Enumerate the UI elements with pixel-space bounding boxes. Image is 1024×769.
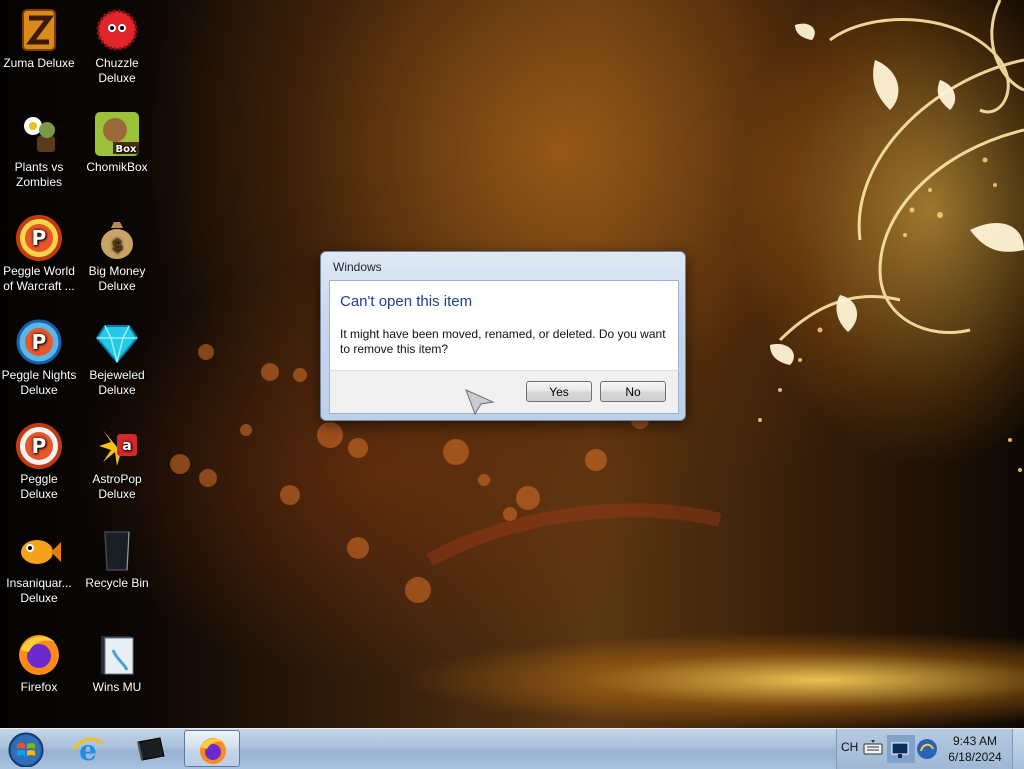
svg-text:$: $ (111, 235, 122, 254)
chuzzle-icon (96, 9, 138, 51)
firefox-icon (200, 738, 226, 764)
start-button-icon[interactable] (6, 731, 46, 767)
svg-text:P: P (32, 434, 47, 458)
desktop-icon-bejeweled-deluxe[interactable]: Bejeweled Deluxe (78, 314, 156, 410)
desktop-icon-label: Big Money Deluxe (88, 264, 146, 293)
astropop-icon: a (99, 430, 137, 466)
dialog-heading: Can't open this item (340, 293, 473, 310)
folder-icon (101, 636, 134, 675)
network-icon[interactable] (887, 735, 915, 763)
desktop-icon-chuzzle-deluxe[interactable]: Chuzzle Deluxe (78, 2, 156, 98)
internet-explorer-icon: e (72, 734, 104, 764)
desktop-icon-recycle-bin[interactable]: Recycle Bin (78, 522, 156, 618)
desktop-icon-peggle-world-of-warcraft[interactable]: P Peggle World of Warcraft ... (0, 210, 78, 306)
clock-date: 6/18/2024 (948, 750, 1002, 764)
dialog-message: It might have been moved, renamed, or de… (340, 327, 666, 356)
peggle-icon: P (16, 215, 62, 261)
money-bag-icon: $ (101, 222, 133, 259)
peggle-icon: P (16, 423, 62, 469)
desktop-icon-label: Peggle World of Warcraft ... (3, 264, 75, 293)
desktop-icon-firefox[interactable]: Firefox (0, 626, 78, 722)
chomikbox-icon: Box (95, 112, 139, 156)
desktop-icon-chomikbox[interactable]: Box ChomikBox (78, 106, 156, 202)
clock-time: 9:43 AM (952, 734, 998, 748)
desktop-icon-label: Insaniquar... Deluxe (6, 576, 72, 605)
error-dialog: Windows Can't open this item It might ha… (320, 251, 686, 421)
firefox-icon (19, 635, 59, 675)
zuma-icon (22, 9, 56, 51)
peggle-nights-icon: P (16, 319, 62, 365)
desktop-icon-label: AstroPop Deluxe (92, 472, 142, 501)
taskbar-item-internet-explorer[interactable]: e (60, 730, 116, 767)
recycle-bin-icon (104, 531, 130, 571)
dialog-body: Can't open this item It might have been … (329, 280, 679, 371)
keyboard-icon[interactable] (863, 739, 883, 757)
desktop-icon-label: Bejeweled Deluxe (89, 368, 145, 397)
desktop-icon-label: Firefox (20, 680, 58, 694)
svg-text:Box: Box (116, 144, 137, 155)
desktop-icon-zuma-deluxe[interactable]: Zuma Deluxe (0, 2, 78, 98)
desktop-icon-astropop-deluxe[interactable]: a AstroPop Deluxe (78, 418, 156, 514)
desktop-icon-label: Peggle Nights Deluxe (1, 368, 77, 397)
mouse-cursor-icon (465, 389, 495, 416)
no-button[interactable]: No (600, 381, 666, 402)
system-tray: CH 9:43 AM 6/18/2024 (836, 729, 1024, 769)
taskbar-item-terminal[interactable] (122, 730, 178, 767)
plants-vs-zombies-icon (24, 117, 55, 152)
svg-text:a: a (122, 438, 131, 454)
desktop-icon-insaniquarium-deluxe[interactable]: Insaniquar... Deluxe (0, 522, 78, 618)
desktop-icon-peggle-nights-deluxe[interactable]: P Peggle Nights Deluxe (0, 314, 78, 410)
desktop-icon-label: Chuzzle Deluxe (95, 56, 139, 85)
desktop-icon-label: Zuma Deluxe (3, 56, 75, 70)
svg-text:P: P (32, 226, 47, 250)
desktop-icon-label: Plants vs Zombies (14, 160, 64, 189)
desktop-icon-plants-vs-zombies[interactable]: Plants vs Zombies (0, 106, 78, 202)
desktop-icon-big-money-deluxe[interactable]: $ Big Money Deluxe (78, 210, 156, 306)
gem-icon (95, 325, 139, 364)
dialog-title: Windows (333, 260, 382, 274)
yes-button[interactable]: Yes (526, 381, 592, 402)
volume-icon[interactable] (915, 737, 939, 761)
taskbar-item-firefox[interactable] (184, 730, 240, 767)
fish-icon (21, 540, 61, 564)
language-indicator[interactable]: CH (841, 740, 858, 754)
desktop-icon-label: Peggle Deluxe (20, 472, 58, 501)
desktop-icon-label: Wins MU (92, 680, 142, 694)
desktop-icon-label: ChomikBox (86, 160, 148, 174)
desktop-icon-peggle-deluxe[interactable]: P Peggle Deluxe (0, 418, 78, 514)
taskbar: e CH 9:43 AM 6/18/2024 (0, 728, 1024, 769)
terminal-icon (137, 737, 165, 761)
show-desktop-button[interactable] (1012, 729, 1024, 769)
svg-text:P: P (32, 330, 47, 354)
clock[interactable]: 9:43 AM 6/18/2024 (941, 733, 1009, 765)
dialog-footer: Yes No (329, 370, 679, 414)
desktop-icon-wins-mu[interactable]: Wins MU (78, 626, 156, 722)
desktop-icon-label: Recycle Bin (85, 576, 149, 590)
